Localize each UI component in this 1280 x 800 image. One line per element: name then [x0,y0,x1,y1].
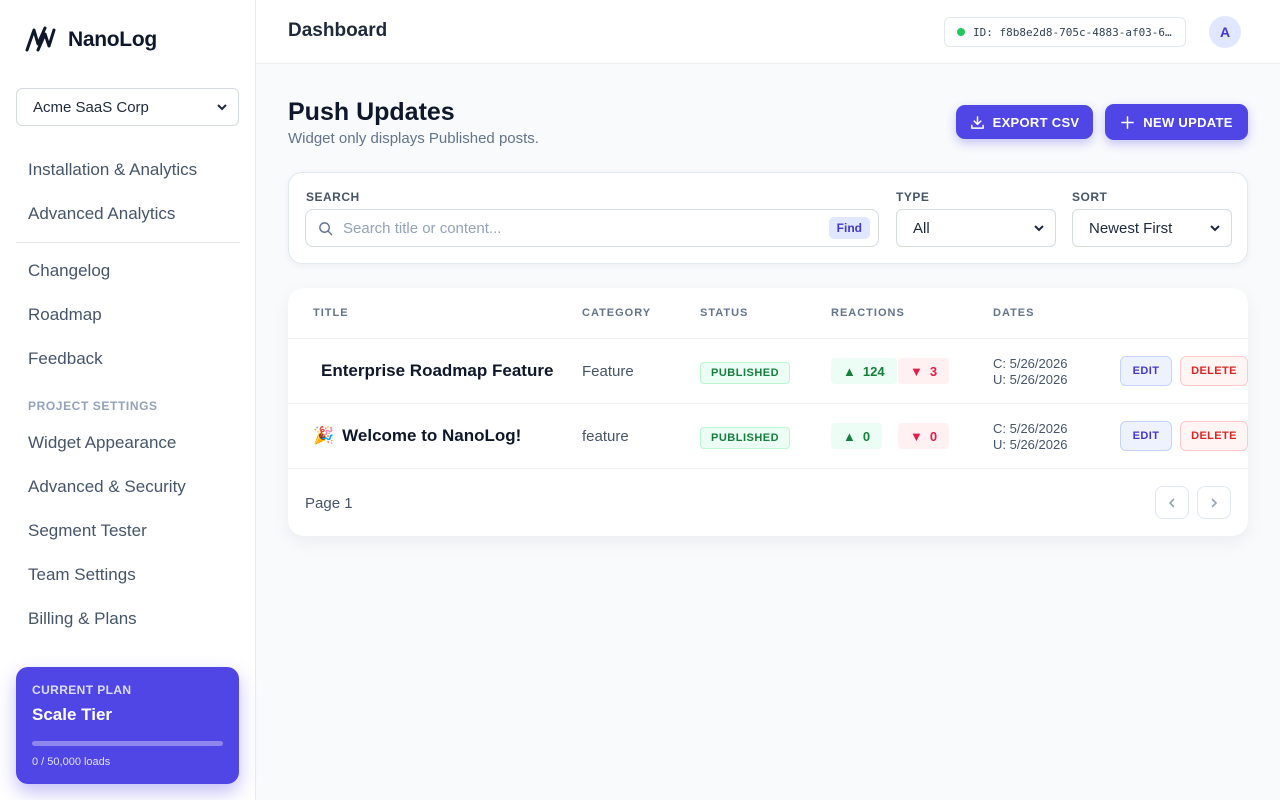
plan-usage-bar [32,741,223,746]
brand[interactable]: NanoLog [24,26,157,54]
sort-label: SORT [1072,190,1108,204]
column-header-title: TITLE [313,307,349,319]
upvote-badge: ▲ 124 [831,358,897,384]
update-category: feature [582,428,629,445]
update-dates: C: 5/26/2026 U: 5/26/2026 [993,356,1067,388]
plus-icon [1121,115,1135,129]
project-id-text: ID: f8b8e2d8-705c-4883-af03-6… [973,25,1172,39]
chevron-right-icon [1211,497,1218,508]
user-avatar[interactable]: A [1209,16,1241,48]
top-bar: Dashboard ID: f8b8e2d8-705c-4883-af03-6…… [256,0,1280,64]
downvote-badge: ▼ 3 [898,358,950,384]
sidebar: NanoLog Acme SaaS Corp Installation & An… [0,0,256,800]
chevron-left-icon [1168,497,1175,508]
column-header-reactions: REACTIONS [831,307,905,319]
nav-widget-appearance[interactable]: Widget Appearance [28,433,176,453]
nav-feedback[interactable]: Feedback [28,349,103,369]
new-update-button[interactable]: NEW UPDATE [1105,104,1248,140]
update-title-text: Welcome to NanoLog! [342,426,522,445]
page-subtitle: Widget only displays Published posts. [288,130,539,147]
current-plan-card: CURRENT PLAN Scale Tier 0 / 50,000 loads [16,667,239,784]
created-date: C: 5/26/2026 [993,356,1068,371]
created-date: C: 5/26/2026 [993,421,1068,436]
search-input[interactable]: Search title or content... Find [305,209,879,247]
nav-divider [16,242,240,243]
header-title: Dashboard [288,20,388,41]
update-title[interactable]: 🎉 Welcome to NanoLog! [313,426,521,446]
status-badge: PUBLISHED [700,362,791,384]
table-row[interactable]: Enterprise Roadmap Feature Feature PUBLI… [288,338,1248,403]
triangle-down-icon: ▼ [910,363,923,379]
nav-installation-analytics[interactable]: Installation & Analytics [28,160,197,180]
update-emoji: 🎉 [313,426,335,445]
edit-button[interactable]: EDIT [1120,356,1172,386]
chevron-down-icon [217,104,227,111]
column-header-category: CATEGORY [582,307,652,319]
nav-changelog[interactable]: Changelog [28,261,110,281]
triangle-up-icon: ▲ [843,363,856,379]
project-settings-heading: PROJECT SETTINGS [28,399,158,413]
export-csv-button[interactable]: EXPORT CSV [956,105,1093,139]
nav-advanced-security[interactable]: Advanced & Security [28,477,186,497]
sort-select[interactable]: Newest First [1072,209,1232,247]
column-header-status: STATUS [700,307,749,319]
nav-segment-tester[interactable]: Segment Tester [28,521,147,541]
downvote-badge: ▼ 0 [898,423,950,449]
sort-select-value: Newest First [1089,219,1173,237]
triangle-up-icon: ▲ [843,428,856,444]
brand-name: NanoLog [68,28,157,51]
nav-team-settings[interactable]: Team Settings [28,565,136,585]
updated-date: U: 5/26/2026 [993,372,1068,387]
page-title: Push Updates [288,98,455,126]
new-update-label: NEW UPDATE [1143,114,1233,130]
filter-card: SEARCH Search title or content... Find T… [288,172,1248,264]
organization-select[interactable]: Acme SaaS Corp [16,88,239,126]
search-label: SEARCH [306,190,360,204]
online-status-dot [957,28,965,36]
upvote-badge: ▲ 0 [831,423,883,449]
plan-label: CURRENT PLAN [32,683,132,697]
edit-button[interactable]: EDIT [1120,421,1172,451]
nav-roadmap[interactable]: Roadmap [28,305,102,325]
update-dates: C: 5/26/2026 U: 5/26/2026 [993,421,1067,453]
delete-button[interactable]: DELETE [1180,421,1248,451]
triangle-down-icon: ▼ [910,428,923,444]
status-badge: PUBLISHED [700,427,791,449]
upvote-count: 124 [862,363,885,379]
table-row[interactable]: 🎉 Welcome to NanoLog! feature PUBLISHED … [288,403,1248,468]
search-icon [319,221,333,235]
update-title-text: Enterprise Roadmap Feature [321,361,554,380]
find-button[interactable]: Find [828,217,870,239]
table-footer [288,468,1248,536]
chevron-down-icon [1210,225,1220,232]
nav-advanced-analytics[interactable]: Advanced Analytics [28,204,175,224]
chevron-down-icon [1034,225,1044,232]
type-label: TYPE [896,190,930,204]
export-csv-label: EXPORT CSV [992,114,1080,130]
plan-name: Scale Tier [32,705,113,724]
updates-table: TITLE CATEGORY STATUS REACTIONS DATES En… [288,288,1248,536]
column-header-dates: DATES [993,307,1035,319]
project-id-pill[interactable]: ID: f8b8e2d8-705c-4883-af03-6… [944,17,1186,47]
download-icon [970,115,984,129]
nav-billing-plans[interactable]: Billing & Plans [28,609,137,629]
downvote-count: 3 [929,363,938,379]
updated-date: U: 5/26/2026 [993,437,1068,452]
type-select[interactable]: All [896,209,1056,247]
type-select-value: All [913,219,930,237]
upvote-count: 0 [862,428,871,444]
plan-usage-text: 0 / 50,000 loads [32,756,111,768]
page-indicator: Page 1 [305,495,353,512]
previous-page-button[interactable] [1155,486,1189,519]
organization-select-value: Acme SaaS Corp [33,98,149,116]
next-page-button[interactable] [1197,486,1231,519]
update-title[interactable]: Enterprise Roadmap Feature [313,361,553,381]
delete-button[interactable]: DELETE [1180,356,1248,386]
update-category: Feature [582,363,634,380]
search-placeholder: Search title or content... [343,219,502,237]
nanolog-logo-icon [25,26,56,52]
downvote-count: 0 [929,428,938,444]
